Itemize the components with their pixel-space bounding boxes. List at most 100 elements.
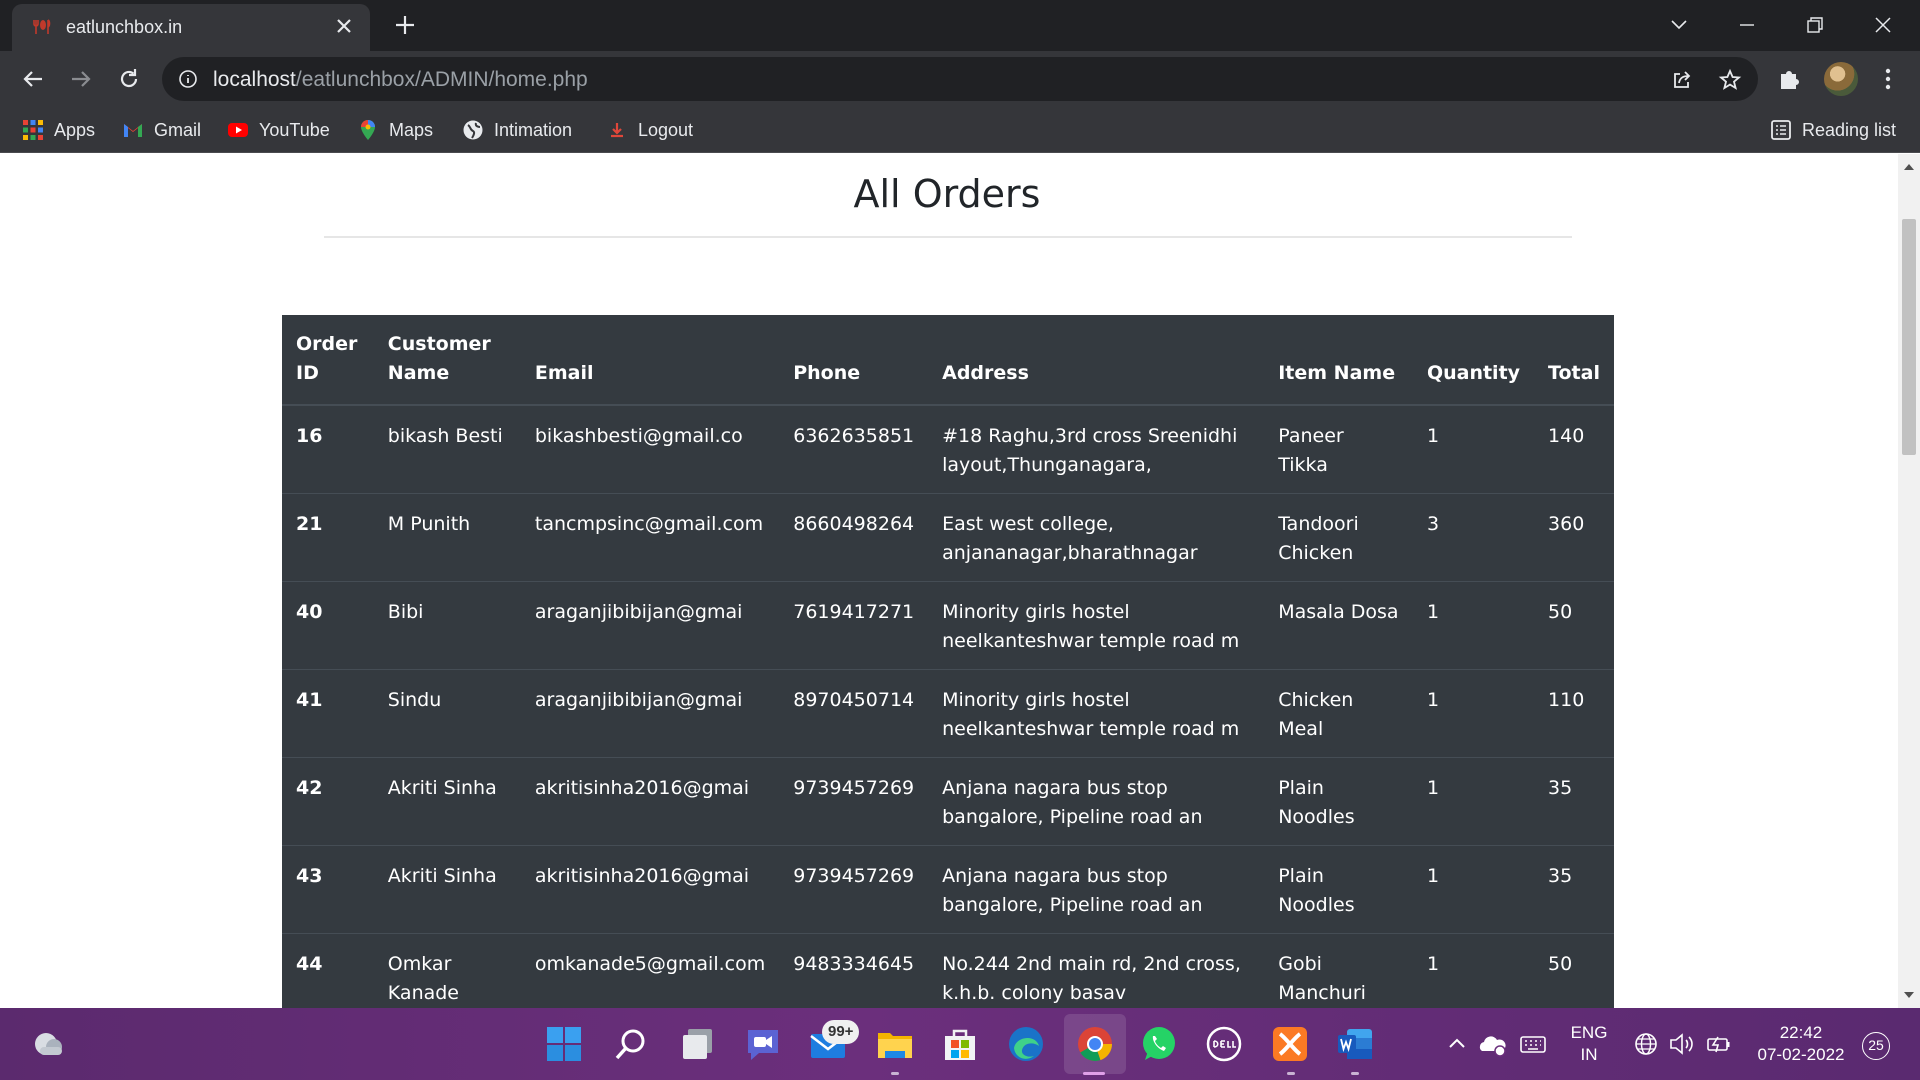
minimize-icon[interactable]: [1732, 10, 1762, 40]
teams-chat-icon[interactable]: [743, 1024, 783, 1064]
header-order-id: Order ID: [282, 315, 374, 406]
battery-charging-icon[interactable]: [1704, 1024, 1732, 1064]
file-explorer-icon[interactable]: [875, 1024, 915, 1064]
header-address: Address: [928, 315, 1265, 406]
quantity-cell: 1: [1412, 757, 1535, 846]
clock[interactable]: 22:42 07-02-2022: [1744, 1022, 1858, 1066]
network-globe-icon[interactable]: [1632, 1024, 1660, 1064]
customer-name-cell: Sindu: [373, 669, 521, 758]
table-row: 16 bikash Besti bikashbesti@gmail.co 636…: [282, 404, 1614, 494]
page-title: All Orders: [853, 172, 1041, 216]
bookmark-gmail[interactable]: Gmail: [122, 116, 201, 144]
phone-cell: 9739457269: [779, 757, 929, 846]
url-host: localhost: [213, 68, 296, 91]
region-code: IN: [1580, 1045, 1598, 1064]
task-view-icon[interactable]: [678, 1024, 718, 1064]
address-bar[interactable]: localhost/eatlunchbox/ADMIN/home.php: [162, 57, 1758, 101]
total-cell: 360: [1534, 493, 1614, 582]
page-scrollbar[interactable]: [1898, 154, 1920, 1008]
phone-cell: 6362635851: [779, 404, 929, 494]
close-window-icon[interactable]: [1868, 10, 1898, 40]
profile-avatar[interactable]: [1824, 62, 1858, 96]
bookmark-label: Intimation: [494, 119, 573, 140]
table-row: 44 Omkar Kanade omkanade5@gmail.com 9483…: [282, 933, 1614, 1008]
reading-list-icon: [1771, 120, 1791, 140]
total-cell: 35: [1534, 757, 1614, 846]
close-tab-icon[interactable]: [332, 14, 356, 38]
bookmark-label: Maps: [389, 119, 434, 140]
logout-icon: [611, 123, 623, 138]
dell-icon[interactable]: [1204, 1024, 1244, 1064]
quantity-cell: 1: [1412, 845, 1535, 934]
bookmark-maps[interactable]: Maps: [357, 116, 433, 144]
total-cell: 140: [1534, 404, 1614, 494]
touch-keyboard-icon[interactable]: [1518, 1024, 1548, 1064]
order-id-cell: 21: [282, 493, 374, 582]
running-indicator: [1351, 1072, 1359, 1075]
show-hidden-icons-chevron-icon[interactable]: [1445, 1024, 1469, 1064]
share-icon[interactable]: [1670, 68, 1694, 92]
youtube-icon: [228, 123, 248, 137]
bookmarks-bar: Apps Gmail YouTube Maps Intimation Logou…: [0, 107, 1920, 153]
bookmark-label: Gmail: [154, 119, 202, 140]
item-name-cell: Masala Dosa: [1264, 581, 1413, 670]
bookmark-logout[interactable]: Logout: [606, 116, 693, 144]
header-total: Total: [1534, 315, 1614, 406]
scrollbar-thumb[interactable]: [1902, 219, 1916, 455]
phone-cell: 9483334645: [779, 933, 929, 1008]
bookmark-label: YouTube: [259, 119, 330, 140]
browser-tab[interactable]: eatlunchbox.in: [12, 4, 370, 51]
url-text: localhost/eatlunchbox/ADMIN/home.php: [213, 68, 588, 92]
bookmark-youtube[interactable]: YouTube: [227, 116, 330, 144]
gmail-icon: [124, 124, 142, 137]
xampp-icon[interactable]: [1270, 1024, 1310, 1064]
table-row: 40 Bibi araganjibibijan@gmai 7619417271 …: [282, 581, 1614, 670]
address-cell: No.244 2nd main rd, 2nd cross, k.h.b. co…: [928, 933, 1265, 1008]
weather-cloud-icon[interactable]: [28, 1024, 68, 1064]
order-id-cell: 42: [282, 757, 374, 846]
extensions-puzzle-icon[interactable]: [1776, 65, 1804, 93]
item-name-cell: Plain Noodles: [1264, 757, 1413, 846]
whatsapp-icon[interactable]: [1139, 1024, 1179, 1064]
menu-kebab-icon[interactable]: [1874, 65, 1902, 93]
bookmark-apps[interactable]: Apps: [22, 116, 95, 144]
language-indicator[interactable]: ENG IN: [1560, 1022, 1618, 1066]
page-content: All Orders Order ID Customer Name Email …: [0, 154, 1898, 1008]
back-arrow-icon[interactable]: [18, 64, 48, 94]
maps-icon: [361, 120, 375, 140]
edge-browser-icon[interactable]: [1006, 1024, 1046, 1064]
email-cell: bikashbesti@gmail.co: [520, 404, 780, 494]
quantity-cell: 1: [1412, 404, 1535, 494]
word-icon[interactable]: [1335, 1024, 1375, 1064]
url-path: /eatlunchbox/ADMIN/home.php: [295, 68, 588, 91]
restore-icon[interactable]: [1800, 10, 1830, 40]
bookmark-intimation[interactable]: Intimation: [462, 116, 572, 144]
address-cell: Minority girls hostel neelkanteshwar tem…: [928, 581, 1265, 670]
forward-arrow-icon[interactable]: [66, 64, 96, 94]
scroll-down-arrow-icon[interactable]: [1903, 990, 1915, 1000]
notification-count-badge[interactable]: 25: [1862, 1032, 1890, 1060]
search-icon[interactable]: [611, 1024, 651, 1064]
site-favicon-icon: [33, 19, 51, 34]
total-cell: 50: [1534, 581, 1614, 670]
bookmark-label: Logout: [638, 119, 694, 140]
microsoft-store-icon[interactable]: [940, 1024, 980, 1064]
table-header-row: Order ID Customer Name Email Phone Addre…: [282, 315, 1614, 406]
email-cell: tancmpsinc@gmail.com: [520, 493, 780, 582]
windows-start-icon[interactable]: [544, 1024, 584, 1064]
volume-icon[interactable]: [1668, 1024, 1696, 1064]
tab-search-chevron-icon[interactable]: [1664, 10, 1694, 40]
onedrive-cloud-icon[interactable]: [1476, 1024, 1508, 1064]
reload-icon[interactable]: [114, 64, 144, 94]
bookmark-star-icon[interactable]: [1718, 68, 1742, 92]
order-id-cell: 41: [282, 669, 374, 758]
customer-name-cell: bikash Besti: [373, 404, 521, 494]
scroll-up-arrow-icon[interactable]: [1903, 162, 1915, 172]
reading-list-button[interactable]: Reading list: [1770, 116, 1896, 144]
address-cell: Anjana nagara bus stop bangalore, Pipeli…: [928, 757, 1265, 846]
clock-date: 07-02-2022: [1757, 1045, 1845, 1064]
new-tab-icon[interactable]: [392, 12, 418, 38]
header-quantity: Quantity: [1412, 315, 1535, 406]
site-info-icon[interactable]: [178, 69, 198, 89]
chrome-browser-icon[interactable]: [1075, 1024, 1115, 1064]
